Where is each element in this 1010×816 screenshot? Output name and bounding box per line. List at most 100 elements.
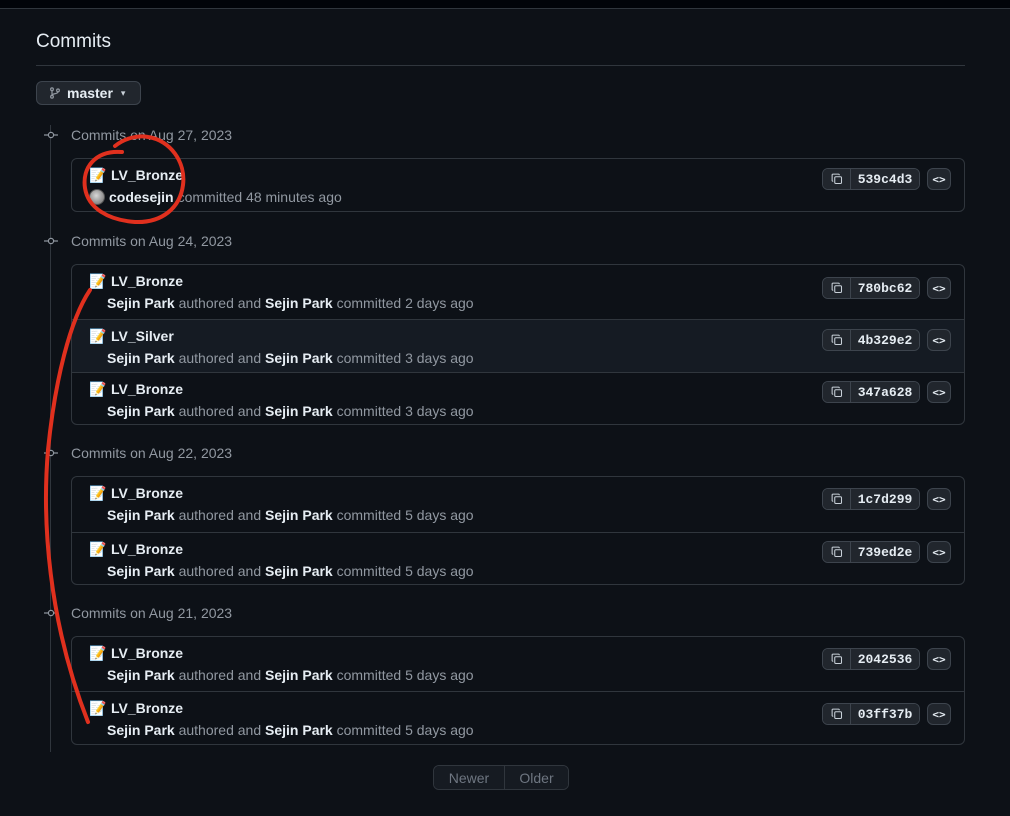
page-title: Commits xyxy=(36,31,111,52)
memo-icon: 📝 xyxy=(89,645,107,661)
commit-author-link[interactable]: Sejin Park xyxy=(107,507,175,523)
commit-message-link[interactable]: LV_Bronze xyxy=(111,381,183,397)
copy-icon xyxy=(831,653,842,665)
commit-committer-link[interactable]: Sejin Park xyxy=(265,722,333,738)
commit-group-heading: Commits on Aug 22, 2023 xyxy=(40,443,232,463)
copy-sha-button[interactable] xyxy=(823,649,851,669)
commit-time-text: committed 5 days ago xyxy=(336,667,474,683)
commit-row: 📝 LV_Bronze Sejin Park authored and Sejin… xyxy=(72,372,964,424)
commit-author-link[interactable]: Sejin Park xyxy=(107,350,175,366)
commit-committer-link[interactable]: Sejin Park xyxy=(265,563,333,579)
timeline-line xyxy=(50,125,51,752)
branch-name: master xyxy=(67,85,113,101)
commit-message-link[interactable]: LV_Bronze xyxy=(111,485,183,501)
commit-sha-link[interactable]: 739ed2e xyxy=(851,542,919,562)
commit-row: 📝 LV_Bronze Sejin Park authored and Sejin… xyxy=(72,691,964,744)
authored-text: authored and xyxy=(178,350,262,366)
copy-icon xyxy=(831,708,842,720)
commit-committer-link[interactable]: Sejin Park xyxy=(265,667,333,683)
commit-group-date: Commits on Aug 27, 2023 xyxy=(71,127,233,143)
copy-sha-button[interactable] xyxy=(823,278,851,298)
commit-author-link[interactable]: Sejin Park xyxy=(107,667,175,683)
authored-text: authored and xyxy=(178,563,262,579)
avatar[interactable] xyxy=(89,189,105,205)
commit-row: 📝 LV_Bronze Sejin Park authored and Sejin… xyxy=(72,637,964,691)
commit-message-link[interactable]: LV_Bronze xyxy=(111,645,183,661)
browse-repo-button[interactable]: <> xyxy=(927,488,951,510)
commit-sha-link[interactable]: 03ff37b xyxy=(851,704,919,724)
commit-sha-link[interactable]: 2042536 xyxy=(851,649,919,669)
browse-repo-button[interactable]: <> xyxy=(927,168,951,190)
chevron-down-icon: ▾ xyxy=(120,87,126,98)
memo-icon: 📝 xyxy=(89,700,107,716)
browse-repo-button[interactable]: <> xyxy=(927,329,951,351)
copy-sha-button[interactable] xyxy=(823,169,851,189)
commit-message-link[interactable]: LV_Silver xyxy=(111,328,174,344)
commit-message-link[interactable]: LV_Bronze xyxy=(111,541,183,557)
commit-sha-link[interactable]: 780bc62 xyxy=(851,278,919,298)
commit-sha-link[interactable]: 539c4d3 xyxy=(851,169,919,189)
memo-icon: 📝 xyxy=(89,485,107,501)
commit-committer-link[interactable]: Sejin Park xyxy=(265,295,333,311)
commit-author-link[interactable]: Sejin Park xyxy=(107,403,175,419)
top-bar xyxy=(0,0,1010,9)
authored-text: authored and xyxy=(178,722,262,738)
commit-time-text: committed 3 days ago xyxy=(336,403,474,419)
commit-row: 📝 LV_Silver Sejin Park authored and Sejin… xyxy=(72,319,964,372)
browse-repo-button[interactable]: <> xyxy=(927,541,951,563)
commit-group-date: Commits on Aug 24, 2023 xyxy=(71,233,233,249)
commit-committer-link[interactable]: Sejin Park xyxy=(265,403,333,419)
commit-group-heading: Commits on Aug 21, 2023 xyxy=(40,603,232,623)
git-commit-icon xyxy=(40,448,62,458)
copy-sha-button[interactable] xyxy=(823,382,851,402)
commit-author-link[interactable]: Sejin Park xyxy=(107,722,175,738)
authored-text: authored and xyxy=(178,403,262,419)
commit-author-link[interactable]: codesejin xyxy=(109,189,174,205)
commit-message-link[interactable]: LV_Bronze xyxy=(111,167,183,183)
pagination: Newer Older xyxy=(433,765,569,790)
commit-row: 📝 LV_Bronze Sejin Park authored and Sejin… xyxy=(72,265,964,319)
copy-sha-button[interactable] xyxy=(823,704,851,724)
older-button[interactable]: Older xyxy=(505,766,568,789)
commit-author-link[interactable]: Sejin Park xyxy=(107,295,175,311)
commit-group-date: Commits on Aug 22, 2023 xyxy=(71,445,233,461)
copy-icon xyxy=(831,173,842,185)
copy-sha-button[interactable] xyxy=(823,542,851,562)
commit-sha-link[interactable]: 1c7d299 xyxy=(851,489,919,509)
memo-icon: 📝 xyxy=(89,381,107,397)
commit-author-link[interactable]: Sejin Park xyxy=(107,563,175,579)
copy-icon xyxy=(831,282,842,294)
newer-button[interactable]: Newer xyxy=(434,766,505,789)
commit-time-text: committed 5 days ago xyxy=(336,507,474,523)
browse-repo-button[interactable]: <> xyxy=(927,381,951,403)
commit-group-date: Commits on Aug 21, 2023 xyxy=(71,605,233,621)
code-icon: <> xyxy=(932,281,946,295)
commit-list: 📝 LV_Bronze codesejin committed 48 minut… xyxy=(71,158,965,212)
commit-group-heading: Commits on Aug 24, 2023 xyxy=(40,231,232,251)
copy-sha-button[interactable] xyxy=(823,330,851,350)
commit-committer-link[interactable]: Sejin Park xyxy=(265,350,333,366)
commit-list: 📝 LV_Bronze Sejin Park authored and Sejin… xyxy=(71,636,965,745)
code-icon: <> xyxy=(932,333,946,347)
copy-icon xyxy=(831,493,842,505)
commit-committer-link[interactable]: Sejin Park xyxy=(265,507,333,523)
commit-time-text: committed 3 days ago xyxy=(336,350,474,366)
memo-icon: 📝 xyxy=(89,167,107,183)
code-icon: <> xyxy=(932,492,946,506)
commit-time-text: committed 48 minutes ago xyxy=(177,189,342,205)
commit-sha-link[interactable]: 347a628 xyxy=(851,382,919,402)
browse-repo-button[interactable]: <> xyxy=(927,277,951,299)
branch-select-button[interactable]: master ▾ xyxy=(36,81,141,105)
commit-time-text: committed 5 days ago xyxy=(336,563,474,579)
code-icon: <> xyxy=(932,707,946,721)
commit-message-link[interactable]: LV_Bronze xyxy=(111,273,183,289)
copy-icon xyxy=(831,334,842,346)
git-commit-icon xyxy=(40,236,62,246)
browse-repo-button[interactable]: <> xyxy=(927,648,951,670)
authored-text: authored and xyxy=(178,667,262,683)
commit-message-link[interactable]: LV_Bronze xyxy=(111,700,183,716)
copy-sha-button[interactable] xyxy=(823,489,851,509)
browse-repo-button[interactable]: <> xyxy=(927,703,951,725)
commit-sha-link[interactable]: 4b329e2 xyxy=(851,330,919,350)
commit-row: 📝 LV_Bronze codesejin committed 48 minut… xyxy=(72,159,964,211)
